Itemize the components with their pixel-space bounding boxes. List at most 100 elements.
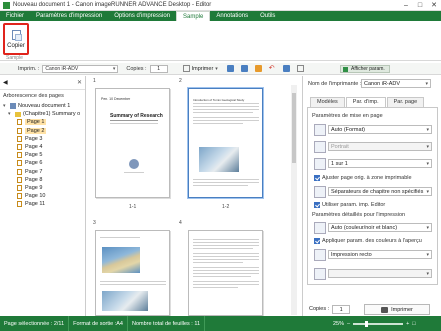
tab-annotations[interactable]: Annotations — [210, 11, 254, 21]
zoom-out-icon[interactable]: – — [347, 321, 350, 327]
tree-item-page[interactable]: Page 5 — [3, 151, 85, 159]
tree-item-label: Page 8 — [25, 176, 43, 183]
tab-print-options[interactable]: Options d'impression — [108, 11, 176, 21]
text-line — [193, 239, 259, 240]
settings-icon[interactable] — [296, 65, 304, 72]
chevron-down-icon: ▾ — [215, 65, 218, 72]
tree-item-page[interactable]: Page 7 — [3, 168, 85, 176]
expand-icon[interactable]: ▾ — [8, 111, 13, 117]
page-tree: ▾ Nouveau document 1 ▾ (Chapitre1) Summa… — [0, 102, 85, 208]
preview-scrollbar[interactable] — [291, 85, 297, 315]
nup-select[interactable]: 1 sur 1 ▾ — [328, 159, 432, 168]
fit-page-icon[interactable]: □ — [412, 321, 415, 327]
printer-name-select[interactable]: Canon iR-ADV ▾ — [361, 79, 431, 88]
page-icon — [17, 201, 22, 208]
orientation-select[interactable]: Portrait ▾ — [328, 142, 432, 151]
status-selected-page: Page sélectionnée : 2/11 — [0, 316, 70, 331]
tab-sample[interactable]: Sample — [176, 11, 211, 21]
tree-item-page[interactable]: Page 4 — [3, 143, 85, 151]
adjust-checkbox[interactable] — [314, 175, 320, 181]
text-line — [193, 112, 253, 113]
page-number: 4 — [179, 220, 182, 226]
page-thumbnail-3[interactable] — [95, 230, 170, 316]
tab-page-params[interactable]: Par. page — [386, 97, 425, 107]
status-total-sheets: Nombre total de feuilles : 11 — [128, 316, 206, 331]
separator-select[interactable]: Séparateurs de chapitre non spécifiés ▾ — [328, 187, 432, 196]
tree-item-page[interactable]: Page 6 — [3, 159, 85, 167]
page-label: 1-2 — [222, 204, 230, 210]
tree-item-document[interactable]: ▾ Nouveau document 1 — [3, 102, 85, 110]
chevron-down-icon: ▾ — [426, 188, 429, 195]
tree-item-chapter[interactable]: ▾ (Chapitre1) Summary o — [3, 110, 85, 118]
page-thumbnail-2[interactable]: Introduction of Tomin Geological Study — [188, 88, 263, 198]
page-icon — [17, 127, 22, 134]
chevron-down-icon: ▾ — [426, 143, 429, 150]
tree-item-label: (Chapitre1) Summary o — [23, 111, 81, 118]
print-button[interactable]: Imprimer — [364, 304, 430, 315]
adjust-checkbox-row[interactable]: Ajuster page orig. à zone imprimable — [314, 175, 412, 181]
tree-item-page[interactable]: Page 3 — [3, 135, 85, 143]
copies-footer-label: Copies : — [309, 306, 330, 312]
insert-icon[interactable] — [254, 65, 262, 72]
finishing-select[interactable]: ▾ — [328, 269, 432, 278]
tab-fichier[interactable]: Fichier — [0, 11, 30, 21]
print-quick-button[interactable]: Imprimer ▾ — [174, 64, 220, 73]
color-mode-icon — [314, 222, 326, 234]
tree-item-page[interactable]: Page 8 — [3, 176, 85, 184]
color-mode-select[interactable]: Auto (couleur/noir et blanc) ▾ — [328, 223, 432, 232]
close-pane-icon[interactable]: ✕ — [77, 79, 82, 86]
zoom-slider[interactable] — [353, 320, 404, 327]
tree-item-page[interactable]: Page 2 — [3, 127, 85, 135]
copy-label: Copier — [7, 43, 25, 49]
minimize-icon[interactable]: – — [399, 0, 413, 11]
scrollbar-thumb[interactable] — [292, 93, 296, 163]
tab-print-params[interactable]: Par. d'imp. — [345, 97, 386, 107]
use-params-checkbox[interactable] — [314, 202, 320, 208]
text-line — [193, 185, 248, 186]
chevron-down-icon: ▾ — [426, 251, 429, 258]
tab-models[interactable]: Modèles — [310, 97, 345, 107]
page-thumbnail-4[interactable] — [188, 230, 263, 316]
text-line — [193, 270, 259, 271]
apply-color-checkbox[interactable] — [314, 238, 320, 244]
tree-item-page[interactable]: Page 11 — [3, 200, 85, 208]
tree-item-page[interactable]: Page 1 — [3, 118, 85, 126]
layout-icon[interactable] — [226, 65, 234, 72]
page-thumbnail-1[interactable]: Pen. 10 December Summary of Research — [95, 88, 170, 198]
printer-icon — [182, 65, 190, 72]
page-icon — [17, 176, 22, 183]
color-mode-value: Auto (couleur/noir et blanc) — [331, 224, 398, 231]
printer-select[interactable]: Canon iR-ADV ▾ — [42, 64, 119, 73]
format-select[interactable]: Auto (Format) ▾ — [328, 125, 432, 134]
collapse-icon[interactable]: ◀ — [3, 79, 8, 86]
expand-icon[interactable]: ▾ — [3, 103, 8, 109]
tree-item-page[interactable]: Page 10 — [3, 192, 85, 200]
text-line — [193, 182, 259, 183]
copies-stepper[interactable]: 1 — [149, 64, 168, 73]
nup-value: 1 sur 1 — [331, 160, 348, 167]
duplex-icon[interactable] — [240, 65, 248, 72]
text-line — [193, 179, 259, 180]
text-line — [193, 242, 259, 243]
maximize-icon[interactable]: □ — [413, 0, 427, 11]
zoom-in-icon[interactable]: + — [406, 321, 409, 327]
tab-tools[interactable]: Outils — [254, 11, 281, 21]
tree-item-label: Page 7 — [25, 168, 43, 175]
close-icon[interactable]: ✕ — [427, 0, 441, 11]
apply-color-checkbox-row[interactable]: Appliquer param. des couleurs à l'aperçu — [314, 238, 422, 244]
use-params-checkbox-row[interactable]: Utiliser param. imp. Editor — [314, 202, 385, 208]
chevron-down-icon: ▾ — [425, 80, 428, 87]
status-bar: Page sélectionnée : 2/11 Format de sorti… — [0, 316, 441, 331]
show-settings-button[interactable]: Afficher param. — [340, 65, 390, 73]
zoom-slider-knob[interactable] — [365, 320, 369, 327]
page-icon — [17, 168, 22, 175]
copy-button[interactable]: Copier — [3, 23, 29, 55]
duplex-select[interactable]: Impression recto ▾ — [328, 250, 432, 259]
tab-print-settings[interactable]: Paramètres d'impression — [30, 11, 108, 21]
nup-icon — [314, 158, 326, 170]
page-tree-header: ◀ ✕ — [0, 76, 85, 90]
view-icon[interactable] — [282, 65, 290, 72]
copies-footer-stepper[interactable]: 1 — [332, 304, 351, 314]
undo-icon[interactable]: ↶ — [269, 65, 276, 72]
tree-item-page[interactable]: Page 9 — [3, 184, 85, 192]
